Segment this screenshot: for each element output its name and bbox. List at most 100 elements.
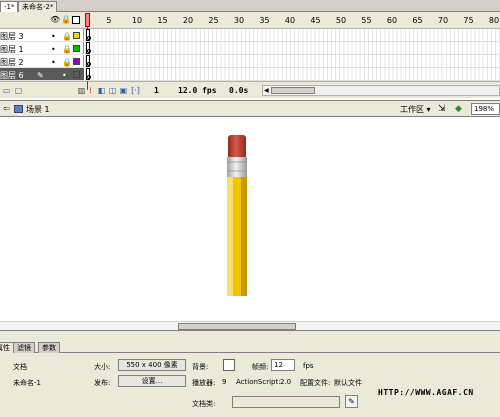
insert-layer-icon[interactable]: ▭ — [2, 86, 11, 95]
publish-label: 发布: — [94, 379, 111, 387]
size-button[interactable]: 550 x 400 像素 — [118, 359, 186, 371]
pencil-icon[interactable]: ✎ — [37, 71, 44, 80]
frame-row-divider — [85, 67, 500, 68]
workspace-label: 工作区 — [400, 105, 424, 114]
workspace-menu[interactable]: 工作区 ▾ — [400, 104, 431, 115]
visibility-dot-icon[interactable]: • — [51, 45, 56, 54]
playhead[interactable] — [85, 13, 90, 27]
fps-unit: fps — [303, 362, 314, 370]
lock-icon[interactable]: 🔒 — [62, 45, 72, 54]
docclass-input[interactable] — [232, 396, 340, 408]
onion-skin-icon[interactable]: ◧ — [97, 86, 106, 95]
edit-bar: ⇦ 场景 1 工作区 ▾ ⇲ ◆ 198% — [0, 100, 500, 117]
ruler-number: 35 — [259, 16, 270, 25]
watermark: HTTP://WWW.AGAF.CN — [378, 388, 474, 397]
visibility-dot-icon[interactable]: • — [51, 32, 56, 41]
ruler-number: 60 — [386, 16, 398, 25]
timeline-panel: 👁 🔒 15101520253035404550556065707580 图层 … — [0, 12, 500, 100]
layer-row[interactable]: 图层 3 • 🔒 — [0, 29, 84, 42]
layer-color-swatch[interactable] — [73, 71, 80, 78]
framerate-input[interactable]: 12 — [271, 359, 295, 371]
player-version: 9 — [222, 378, 227, 386]
tab-label: 滤镜 — [17, 344, 31, 352]
edit-multiple-frames-icon[interactable]: ▣ — [119, 86, 128, 95]
outline-icon[interactable] — [72, 16, 80, 24]
zoom-field[interactable]: 198% — [471, 103, 500, 115]
settings-button[interactable]: 设置... — [118, 375, 186, 387]
ruler-number: 65 — [412, 16, 423, 25]
background-label: 背景: — [192, 363, 209, 371]
edit-scene-icon[interactable]: ◆ — [455, 104, 462, 114]
back-arrow-icon[interactable]: ⇦ — [3, 104, 10, 113]
ruler-number: 25 — [208, 16, 219, 25]
onion-outline-icon[interactable]: ◫ — [108, 86, 117, 95]
background-color-swatch[interactable] — [223, 359, 235, 371]
lock-icon[interactable]: 🔒 — [62, 58, 72, 67]
pencil-graphic[interactable] — [226, 135, 248, 297]
lock-icon[interactable]: 🔒 — [61, 16, 71, 24]
layer-row[interactable]: 图层 6 ✎ • — [0, 68, 84, 81]
pencil-ferrule — [227, 157, 247, 177]
tab-filters[interactable]: 滤镜 — [13, 342, 35, 353]
layer-name: 图层 3 — [0, 32, 24, 41]
keyframe[interactable] — [86, 55, 91, 67]
keyframe[interactable] — [86, 68, 91, 80]
frame-row-divider — [85, 54, 500, 55]
lock-icon[interactable]: 🔒 — [62, 32, 72, 41]
lock-dot-icon[interactable]: • — [62, 71, 67, 80]
ruler-number: 80 — [488, 16, 500, 25]
layer-color-swatch[interactable] — [73, 58, 80, 65]
onion-markers-icon[interactable]: [·] — [131, 86, 140, 95]
profile-value: 默认文件 — [334, 379, 362, 387]
docclass-label: 文档类: — [192, 400, 216, 408]
eye-icon[interactable]: 👁 — [50, 16, 60, 24]
keyframe[interactable] — [86, 29, 91, 41]
layer-name: 图层 1 — [0, 45, 24, 54]
ruler-number: 45 — [310, 16, 321, 25]
pencil-body — [233, 177, 241, 296]
layer-row[interactable]: 图层 1 • 🔒 — [0, 42, 84, 55]
delete-layer-icon[interactable]: ▥ — [77, 86, 86, 95]
ruler-number: 20 — [182, 16, 194, 25]
add-folder-icon[interactable]: ▢ — [14, 86, 23, 95]
current-frame: 1 — [154, 86, 159, 95]
pencil-eraser — [228, 135, 246, 159]
frame-grid[interactable] — [85, 29, 500, 81]
doc-name: 未命名-1 — [13, 379, 41, 387]
framerate-label: 帧频: — [252, 363, 269, 371]
stage-scrollbar-thumb[interactable] — [178, 323, 296, 330]
scene-icon — [14, 105, 23, 113]
player-label: 播放器: — [192, 379, 216, 387]
visibility-dot-icon[interactable]: • — [51, 58, 56, 67]
layer-color-swatch[interactable] — [73, 45, 80, 52]
ruler-number: 55 — [361, 16, 372, 25]
properties-panel: 属性 滤镜 参数 文档 未命名-1 大小: 550 x 400 像素 发布: 设… — [0, 330, 500, 417]
layer-name: 图层 6 — [0, 71, 24, 80]
layer-color-swatch[interactable] — [73, 32, 80, 39]
stage-scrollbar[interactable] — [0, 321, 500, 330]
layer-row[interactable]: 图层 2 • 🔒 — [0, 55, 84, 68]
frame-ruler[interactable]: 15101520253035404550556065707580 — [85, 12, 500, 29]
document-tab-1[interactable]: -1* — [0, 1, 19, 12]
keyframe[interactable] — [86, 42, 91, 54]
actionscript-label: ActionScript: — [236, 378, 281, 386]
edit-pencil-icon[interactable]: ✎ — [345, 395, 358, 408]
document-tab-2[interactable]: 未命名-2* — [18, 1, 58, 12]
edit-symbols-icon[interactable]: ⇲ — [438, 104, 446, 114]
frame-row-divider — [85, 41, 500, 42]
ruler-number: 10 — [131, 16, 143, 25]
scrollbar-thumb[interactable] — [271, 87, 315, 94]
layers-list: 图层 3 • 🔒 图层 1 • 🔒 图层 2 • 🔒 图层 6 ✎ • — [0, 29, 84, 81]
tab-parameters[interactable]: 参数 — [38, 342, 60, 353]
actionscript-version: 2.0 — [280, 378, 292, 386]
timeline-scrollbar[interactable]: ◀ — [262, 85, 500, 96]
timeline-footer: ▭ ▢ ▥ ⁞ ◧ ◫ ▣ [·] 1 12.0 fps 0.0s ◀ — [0, 81, 500, 98]
profile-label: 配置文件: — [300, 379, 331, 387]
ruler-number: 30 — [233, 16, 245, 25]
stage[interactable] — [0, 117, 500, 330]
tab-label: -1* — [4, 3, 15, 11]
tab-properties[interactable]: 属性 — [0, 342, 14, 353]
layer-name: 图层 2 — [0, 58, 24, 67]
scene-label[interactable]: 场景 1 — [26, 104, 50, 115]
scroll-left-icon[interactable]: ◀ — [264, 87, 269, 94]
